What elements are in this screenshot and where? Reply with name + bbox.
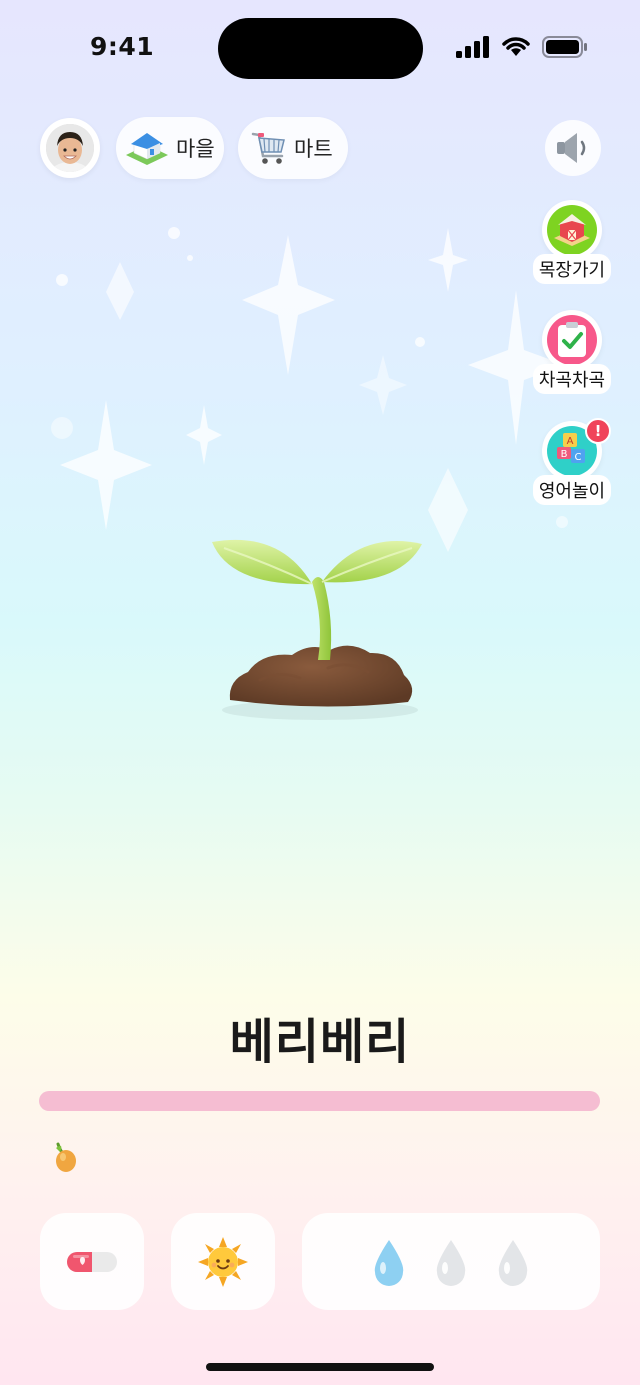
farm-barn-icon — [554, 214, 590, 246]
checklist-icon — [558, 322, 586, 357]
village-button[interactable]: 마을 — [116, 117, 224, 179]
mart-label: 마트 — [294, 137, 333, 161]
village-house-icon — [126, 133, 168, 165]
status-time: 9:41 — [90, 32, 155, 61]
cellular-signal-icon — [456, 36, 489, 58]
wifi-icon — [502, 37, 530, 56]
battery-icon — [542, 36, 587, 58]
svg-text:B: B — [561, 449, 568, 460]
water-drop-empty-icon — [498, 1239, 528, 1286]
village-label: 마을 — [176, 137, 215, 161]
avatar — [46, 124, 94, 172]
collect-shortcut-label: 차곡차곡 — [532, 364, 612, 394]
water-drop-filled-icon — [374, 1239, 404, 1286]
nutrient-pill-button[interactable] — [40, 1213, 144, 1310]
growth-progress-bar — [39, 1091, 600, 1111]
collect-shortcut[interactable]: 차곡차곡 — [532, 310, 612, 394]
english-play-shortcut-label: 영어놀이 — [532, 475, 612, 505]
plant-name: 베리베리 — [229, 1014, 411, 1070]
profile-avatar-button[interactable] — [40, 118, 100, 178]
svg-text:C: C — [575, 452, 582, 463]
shopping-cart-icon — [251, 132, 285, 164]
farm-shortcut[interactable]: 목장가기 — [532, 200, 612, 284]
pill-capsule-icon — [67, 1251, 117, 1272]
sound-toggle-button[interactable] — [545, 120, 601, 176]
water-drop-empty-icon — [436, 1239, 466, 1286]
seed-icon — [56, 1142, 76, 1172]
abc-blocks-icon: A B C — [557, 433, 585, 463]
speaker-icon — [557, 133, 586, 163]
mart-button[interactable]: 마트 — [238, 117, 348, 179]
water-drops-panel[interactable] — [302, 1213, 600, 1310]
sprout-plant-illustration[interactable] — [200, 520, 440, 730]
svg-text:A: A — [567, 436, 574, 447]
farm-shortcut-label: 목장가기 — [532, 254, 612, 284]
notification-badge: ! — [585, 418, 611, 444]
home-indicator[interactable] — [206, 1363, 434, 1371]
smiling-sun-icon — [198, 1236, 248, 1287]
dynamic-island — [218, 18, 423, 79]
sunlight-button[interactable] — [171, 1213, 275, 1310]
child-face-icon — [46, 124, 94, 172]
